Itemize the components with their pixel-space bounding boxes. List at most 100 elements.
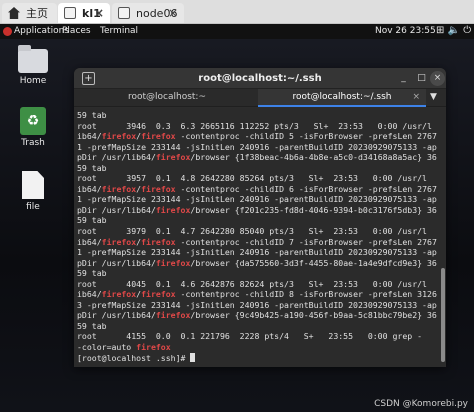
terminal-tab-bar: root@localhost:~ root@localhost:~/.ssh ×… — [74, 89, 446, 107]
terminal-line: pDir /usr/lib64/firefox/browser {da57556… — [77, 258, 440, 269]
maximize-icon[interactable]: □ — [414, 71, 429, 86]
tab-label: 主页 — [26, 7, 48, 20]
terminal-text: -contentproc -childID 6 -isForBrowser -p… — [175, 183, 437, 194]
terminal-tab-1[interactable]: root@localhost:~ — [78, 89, 256, 107]
highlighted-match: firefox — [155, 257, 191, 268]
terminal-line: [root@localhost .ssh]# — [77, 352, 440, 364]
terminal-line: 59 tab — [77, 321, 440, 332]
terminal-line: -color=auto firefox — [77, 342, 440, 353]
terminal-text: root 3957 0.1 4.8 2642280 85264 pts/3 Sl… — [77, 173, 427, 184]
distro-logo-icon — [3, 27, 12, 36]
terminal-line: 1 -prefMapSize 233144 -jsInitLen 240916 … — [77, 247, 440, 258]
tab-menu-chevron-icon[interactable]: ▼ — [430, 92, 437, 102]
terminal-text: ib64/ — [77, 236, 102, 247]
terminal-line: root 3957 0.1 4.8 2642280 85264 pts/3 Sl… — [77, 173, 440, 184]
terminal-line: pDir /usr/lib64/firefox/browser {1f38bea… — [77, 152, 440, 163]
terminal-text: 1 -prefMapSize 233144 -jsInitLen 240916 … — [77, 247, 437, 258]
terminal-text: root 4155 0.0 0.1 221796 2228 pts/4 S+ 2… — [77, 331, 423, 342]
highlighted-match: firefox — [155, 204, 191, 215]
terminal-text: ib64/ — [77, 289, 102, 300]
terminal-text: /browser {9c49b425-a190-456f-b9aa-5c81bb… — [190, 310, 437, 321]
terminal-line: 59 tab — [77, 268, 440, 279]
terminal-text: 59 tab — [77, 215, 107, 226]
terminal-text: 1 -prefMapSize 233144 -jsInitLen 240916 … — [77, 141, 437, 152]
vm-icon — [118, 7, 130, 19]
trash-icon: ♻ — [20, 107, 46, 135]
terminal-text: 59 tab — [77, 320, 107, 331]
home-icon — [8, 7, 20, 19]
browser-tab-strip: 主页 kl1 × node06 × — [0, 0, 474, 24]
terminal-text: 59 tab — [77, 110, 107, 120]
highlighted-match: firefox — [136, 342, 171, 353]
terminal-text: pDir /usr/lib64/ — [77, 310, 156, 321]
terminal-text: -contentproc -childID 8 -isForBrowser -p… — [175, 289, 437, 300]
terminal-tab-label: root@localhost:~/.ssh — [292, 92, 392, 102]
terminal-line: pDir /usr/lib64/firefox/browser {f201c23… — [77, 205, 440, 216]
terminal-text: /browser {1f38beac-4b6a-4b8e-a5c0-d34168… — [190, 152, 437, 163]
terminal-app-menu[interactable]: Terminal — [100, 26, 138, 36]
terminal-line: 3 -prefMapSize 233144 -jsInitLen 240916 … — [77, 300, 440, 311]
terminal-text: -color=auto — [77, 342, 137, 353]
terminal-tab-label: root@localhost:~ — [127, 92, 207, 102]
highlighted-match: firefox — [141, 183, 176, 194]
desktop-icon-home[interactable]: Home — [10, 45, 56, 86]
highlighted-match: firefox — [141, 236, 176, 247]
terminal-text: [root@localhost .ssh]# — [77, 352, 191, 363]
terminal-text: -contentproc -childID 5 -isForBrowser -p… — [175, 131, 437, 142]
terminal-output[interactable]: 59 tab root 3946 0.3 6.3 2665116 112252 p… — [74, 108, 440, 367]
terminal-line: ib64/firefox/firefox -contentproc -child… — [77, 131, 440, 142]
terminal-text: -contentproc -childID 7 -isForBrowser -p… — [175, 236, 437, 247]
terminal-line: 59 tab — [77, 163, 440, 174]
terminal-text: 59 tab — [77, 268, 107, 279]
terminal-line: root 4155 0.0 0.1 221796 2228 pts/4 S+ 2… — [77, 331, 440, 342]
desktop-icon-file[interactable]: file — [10, 171, 56, 212]
terminal-window[interactable]: + root@localhost:~/.ssh _ □ × root@local… — [74, 68, 446, 367]
system-top-bar: Applications Places Terminal Nov 26 23:5… — [0, 24, 474, 39]
highlighted-match: firefox — [141, 131, 176, 142]
tab-kl1[interactable]: kl1 × — [58, 3, 110, 23]
close-icon[interactable]: × — [94, 6, 104, 20]
highlighted-match: firefox — [155, 310, 191, 321]
terminal-text: 3 -prefMapSize 233144 -jsInitLen 240916 … — [77, 299, 437, 310]
scrollbar-thumb[interactable] — [441, 268, 445, 362]
terminal-titlebar[interactable]: + root@localhost:~/.ssh _ □ × — [74, 68, 446, 89]
folder-icon — [18, 45, 48, 73]
terminal-tab-2[interactable]: root@localhost:~/.ssh × — [258, 89, 426, 107]
terminal-line: 59 tab — [77, 110, 440, 121]
file-icon — [22, 171, 44, 199]
highlighted-match: firefox — [101, 131, 137, 142]
terminal-text: /browser {f201c235-fd8d-4046-9394-b0c317… — [190, 204, 437, 215]
desktop-icon-trash[interactable]: ♻ Trash — [10, 107, 56, 148]
system-status-icons[interactable]: ⊞ 🔈 ⏻ — [436, 25, 471, 36]
terminal-line: root 3946 0.3 6.3 2665116 112252 pts/3 S… — [77, 121, 440, 132]
terminal-scrollbar[interactable] — [440, 108, 446, 367]
highlighted-match: firefox — [141, 289, 176, 300]
minimize-icon[interactable]: _ — [396, 71, 411, 86]
desktop-icon-label: file — [26, 202, 40, 212]
highlighted-match: firefox — [101, 183, 137, 194]
terminal-text: pDir /usr/lib64/ — [77, 257, 156, 268]
places-menu[interactable]: Places — [62, 26, 91, 36]
terminal-line: root 4045 0.1 4.6 2642876 82624 pts/3 Sl… — [77, 279, 440, 290]
clock[interactable]: Nov 26 23:55 — [375, 26, 436, 36]
watermark: CSDN @Komorebi.py — [374, 399, 468, 409]
close-icon[interactable]: × — [412, 89, 420, 106]
tab-home[interactable]: 主页 — [2, 3, 57, 23]
tab-node06[interactable]: node06 × — [112, 3, 184, 23]
highlighted-match: firefox — [155, 152, 191, 163]
terminal-text: 1 -prefMapSize 233144 -jsInitLen 240916 … — [77, 194, 437, 205]
close-icon[interactable]: × — [430, 71, 445, 86]
text-cursor — [190, 352, 196, 362]
desktop-icon-label: Home — [19, 76, 47, 86]
applications-menu[interactable]: Applications — [14, 26, 69, 36]
terminal-line: root 3979 0.1 4.7 2642280 85040 pts/3 Sl… — [77, 226, 440, 237]
highlighted-match: firefox — [101, 289, 137, 300]
terminal-text: ib64/ — [77, 183, 102, 194]
terminal-text: root 4045 0.1 4.6 2642876 82624 pts/3 Sl… — [77, 278, 427, 289]
terminal-text: pDir /usr/lib64/ — [77, 152, 156, 163]
terminal-line: 59 tab — [77, 215, 440, 226]
terminal-text: root 3946 0.3 6.3 2665116 112252 pts/3 S… — [77, 120, 432, 131]
terminal-text: ib64/ — [77, 131, 102, 142]
terminal-text: pDir /usr/lib64/ — [77, 204, 156, 215]
close-icon[interactable]: × — [168, 6, 178, 20]
